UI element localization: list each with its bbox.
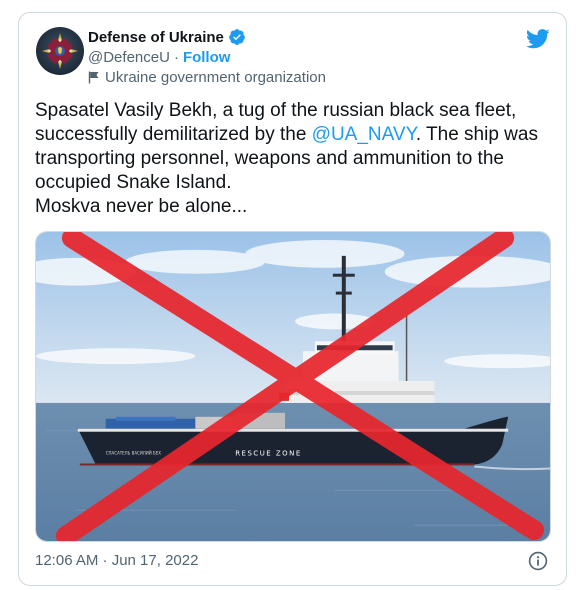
author-avatar[interactable] xyxy=(36,27,84,75)
hull-rescue-zone-text: RESCUE ZONE xyxy=(235,450,302,458)
author-handle[interactable]: @DefenceU xyxy=(88,49,170,66)
tweet-timestamp[interactable]: 12:06 AM · Jun 17, 2022 xyxy=(35,552,198,569)
twitter-bird-icon[interactable] xyxy=(526,29,550,49)
handle-separator: · xyxy=(173,49,179,66)
affiliation-row: Ukraine government organization xyxy=(88,69,326,86)
affiliation-label: Ukraine government organization xyxy=(105,69,326,86)
follow-button[interactable]: Follow xyxy=(183,49,231,66)
crossed-ship-photo: RESCUE ZONE СПАСАТЕЛЬ ВАСИЛИЙ БЕХ xyxy=(36,232,550,541)
author-handle-row: @DefenceU · Follow xyxy=(88,49,230,66)
info-icon[interactable] xyxy=(528,551,548,571)
tweet-text: Spasatel Vasily Bekh, a tug of the russi… xyxy=(35,99,555,219)
flag-icon xyxy=(88,71,100,84)
hull-ship-name-text: СПАСАТЕЛЬ ВАСИЛИЙ БЕХ xyxy=(106,451,162,456)
tweet-photo[interactable]: RESCUE ZONE СПАСАТЕЛЬ ВАСИЛИЙ БЕХ xyxy=(35,231,551,542)
ukraine-mod-emblem-icon xyxy=(42,33,78,69)
tweet-card: Defense of Ukraine @DefenceU · Follow Uk… xyxy=(18,12,567,586)
author-name-row[interactable]: Defense of Ukraine xyxy=(88,28,246,46)
verified-badge-icon xyxy=(228,28,246,46)
mention-link[interactable]: @UA_NAVY xyxy=(312,124,416,145)
author-display-name[interactable]: Defense of Ukraine xyxy=(88,29,224,46)
tweet-text-last-line: Moskva never be alone... xyxy=(35,196,248,217)
